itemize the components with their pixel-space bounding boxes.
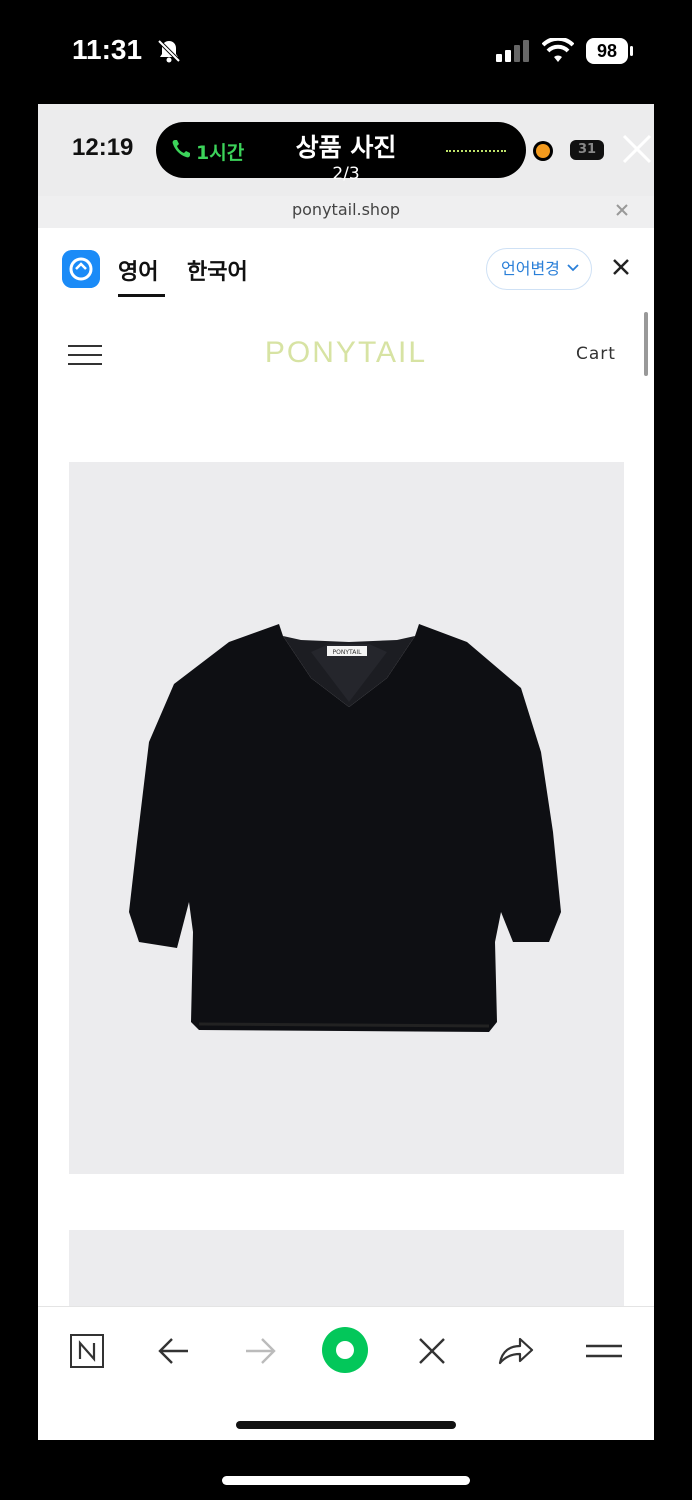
- green-dot-icon[interactable]: [320, 1325, 370, 1375]
- home-indicator[interactable]: [236, 1421, 456, 1429]
- menu-icon[interactable]: [584, 1331, 624, 1371]
- tab-korean[interactable]: 한국어: [187, 254, 248, 286]
- sweater-image: PONYTAIL: [129, 624, 561, 1032]
- home-indicator[interactable]: [222, 1476, 470, 1485]
- battery-indicator: 98: [586, 38, 634, 64]
- cellular-signal-icon: [496, 40, 529, 62]
- inner-battery: 31: [570, 140, 604, 160]
- inner-time: 12:19: [72, 134, 134, 161]
- close-icon[interactable]: [612, 258, 630, 276]
- share-icon[interactable]: [496, 1331, 536, 1371]
- site-logo[interactable]: PONYTAIL: [38, 336, 654, 370]
- cart-link[interactable]: Cart: [576, 344, 616, 364]
- bell-slash-icon: [157, 39, 181, 63]
- back-arrow-icon[interactable]: [154, 1331, 194, 1371]
- close-icon[interactable]: [614, 202, 630, 218]
- close-icon[interactable]: [412, 1331, 452, 1371]
- change-language-label: 언어변경: [501, 259, 560, 278]
- sweater-label-text: PONYTAIL: [333, 649, 363, 656]
- recording-dot-icon: [536, 144, 550, 158]
- site-header: PONYTAIL Cart: [38, 304, 654, 404]
- viewer-title: 상품 사진: [295, 133, 397, 162]
- tab-english[interactable]: 영어: [118, 254, 158, 286]
- viewer-page-counter: 2/3: [332, 164, 360, 184]
- audio-waveform: [446, 150, 506, 152]
- close-icon[interactable]: [620, 132, 654, 166]
- battery-nub: [630, 46, 633, 56]
- papago-translate-icon[interactable]: [62, 250, 100, 288]
- chevron-down-icon: [567, 264, 579, 272]
- naver-n-icon[interactable]: [68, 1331, 108, 1371]
- browser-toolbar: [38, 1306, 654, 1440]
- system-status-bar: 11:31 98: [0, 0, 692, 104]
- url-text: ponytail.shop: [291, 200, 401, 219]
- system-time: 11:31: [72, 34, 143, 65]
- forward-arrow-icon[interactable]: [240, 1331, 280, 1371]
- change-language-button[interactable]: 언어변경: [486, 248, 592, 290]
- product-image[interactable]: PONYTAIL: [69, 462, 624, 1174]
- wifi-icon: [542, 38, 574, 62]
- translate-bar: 영어 한국어 언어변경: [38, 228, 654, 305]
- product-image-next[interactable]: [69, 1230, 624, 1310]
- dynamic-island[interactable]: 1시간 상품 사진 2/3: [156, 122, 526, 184]
- inner-status-bar: 12:19 1시간 상품 사진 2/3 31: [38, 104, 654, 196]
- embedded-screenshot: 12:19 1시간 상품 사진 2/3 31 ponytail.shop 영어 …: [38, 104, 654, 1440]
- active-tab-underline: [118, 294, 165, 297]
- url-bar[interactable]: ponytail.shop: [38, 196, 654, 228]
- scrollbar[interactable]: [644, 312, 648, 376]
- battery-level: 98: [586, 38, 628, 64]
